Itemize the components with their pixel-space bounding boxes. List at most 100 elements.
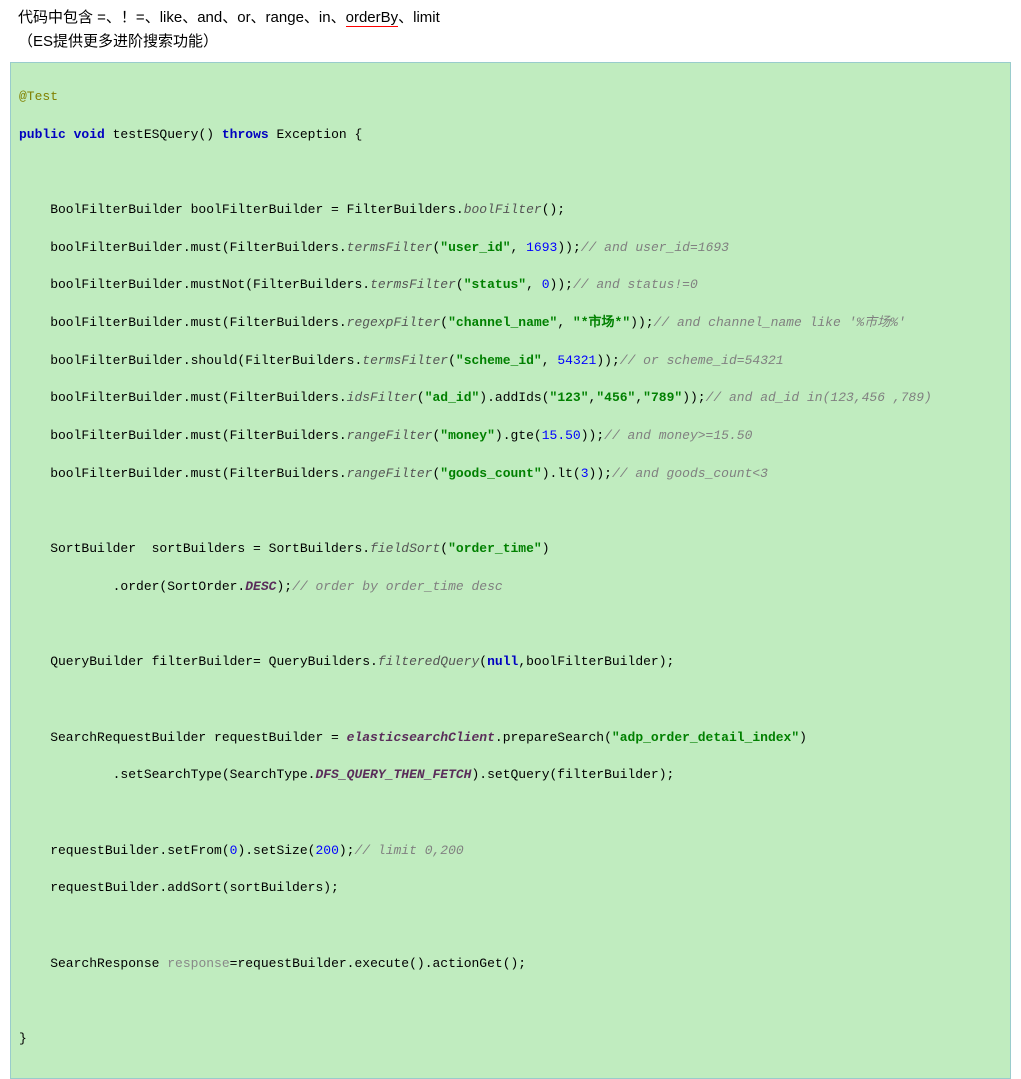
kw-public-void: public void (19, 127, 105, 142)
code-text: requestBuilder.addSort(sortBuilders); (19, 880, 339, 895)
code-text: , (526, 277, 542, 292)
code-text: BoolFilterBuilder boolFilterBuilder = Fi… (19, 202, 464, 217)
code-text: ).setSize( (237, 843, 315, 858)
code-text: )); (581, 428, 604, 443)
number-literal: 3 (581, 466, 589, 481)
method-call: fieldSort (370, 541, 440, 556)
code-text: ( (479, 654, 487, 669)
code-text: ) (542, 541, 550, 556)
method-call: idsFilter (347, 390, 417, 405)
comment: // and money>=15.50 (604, 428, 752, 443)
heading-line2: （ES提供更多进阶搜索功能） (18, 30, 1003, 54)
constant: DESC (245, 579, 276, 594)
number-literal: 200 (315, 843, 338, 858)
comment: // and channel_name like '%市场%' (654, 315, 906, 330)
code-text: ( (440, 541, 448, 556)
code-text: ); (276, 579, 292, 594)
code-text: SearchRequestBuilder requestBuilder = (19, 730, 347, 745)
string-literal: "456" (596, 390, 635, 405)
code-text: , (635, 390, 643, 405)
method-call: boolFilter (464, 202, 542, 217)
code-text: boolFilterBuilder.must(FilterBuilders. (19, 466, 347, 481)
heading-text: 代码中包含 =、！=、like、and、or、range、in、orderBy、… (0, 0, 1021, 54)
code-text: )); (682, 390, 705, 405)
method-call: regexpFilter (347, 315, 441, 330)
string-literal: "goods_count" (440, 466, 541, 481)
string-literal: "status" (464, 277, 526, 292)
string-literal: "*市场*" (573, 315, 630, 330)
method-name: testESQuery() (105, 127, 222, 142)
code-text: ( (417, 390, 425, 405)
comment: // and ad_id in(123,456 ,789) (706, 390, 932, 405)
code-text: )); (589, 466, 612, 481)
number-literal: 1693 (526, 240, 557, 255)
string-literal: "adp_order_detail_index" (612, 730, 799, 745)
method-call: termsFilter (370, 277, 456, 292)
code-text: .setSearchType(SearchType. (19, 767, 315, 782)
variable: response (167, 956, 229, 971)
method-call: termsFilter (347, 240, 433, 255)
comment: // or scheme_id=54321 (620, 353, 784, 368)
string-literal: "123" (550, 390, 589, 405)
code-text: boolFilterBuilder.must(FilterBuilders. (19, 315, 347, 330)
constant: DFS_QUERY_THEN_FETCH (315, 767, 471, 782)
code-text: ); (339, 843, 355, 858)
code-text: , (542, 353, 558, 368)
heading-line1-part1: 代码中包含 =、！=、like、and、or、range、in、 (18, 9, 346, 26)
method-call: termsFilter (362, 353, 448, 368)
heading-orderby: orderBy (346, 9, 399, 27)
code-text: boolFilterBuilder.must(FilterBuilders. (19, 390, 347, 405)
field-ref: elasticsearchClient (347, 730, 495, 745)
comment: // limit 0,200 (354, 843, 463, 858)
code-text: ( (440, 315, 448, 330)
close-brace: } (19, 1031, 27, 1046)
code-text: =requestBuilder.execute().actionGet(); (230, 956, 526, 971)
code-text: boolFilterBuilder.mustNot(FilterBuilders… (19, 277, 370, 292)
string-literal: "order_time" (448, 541, 542, 556)
code-text: boolFilterBuilder.must(FilterBuilders. (19, 428, 347, 443)
string-literal: "money" (440, 428, 495, 443)
method-call: rangeFilter (347, 428, 433, 443)
code-text: ).setQuery(filterBuilder); (471, 767, 674, 782)
number-literal: 54321 (557, 353, 596, 368)
code-text: ).gte( (495, 428, 542, 443)
code-text: )); (557, 240, 580, 255)
method-call: filteredQuery (378, 654, 479, 669)
number-literal: 0 (230, 843, 238, 858)
code-text: boolFilterBuilder.must(FilterBuilders. (19, 240, 347, 255)
code-text: ).lt( (542, 466, 581, 481)
code-text: ,boolFilterBuilder); (518, 654, 674, 669)
code-text: requestBuilder.setFrom( (19, 843, 230, 858)
code-text: ).addIds( (479, 390, 549, 405)
code-text: SearchResponse (19, 956, 167, 971)
comment: // and goods_count<3 (612, 466, 768, 481)
sig-rest: Exception { (269, 127, 363, 142)
annotation: @Test (19, 89, 58, 104)
code-text: , (557, 315, 573, 330)
code-text: )); (630, 315, 653, 330)
code-text: .order(SortOrder. (19, 579, 245, 594)
code-text: ( (448, 353, 456, 368)
code-text: QueryBuilder filterBuilder= QueryBuilder… (19, 654, 378, 669)
code-text: SortBuilder sortBuilders = SortBuilders. (19, 541, 370, 556)
code-block: @Test public void testESQuery() throws E… (10, 62, 1011, 1079)
heading-line1-part3: 、limit (398, 9, 440, 26)
code-text: ( (456, 277, 464, 292)
code-text: )); (596, 353, 619, 368)
code-text: , (511, 240, 527, 255)
string-literal: "scheme_id" (456, 353, 542, 368)
comment: // order by order_time desc (292, 579, 503, 594)
string-literal: "channel_name" (448, 315, 557, 330)
code-text: )); (550, 277, 573, 292)
string-literal: "ad_id" (425, 390, 480, 405)
kw-null: null (487, 654, 518, 669)
method-call: rangeFilter (347, 466, 433, 481)
code-text: ) (799, 730, 807, 745)
string-literal: "user_id" (440, 240, 510, 255)
code-text: boolFilterBuilder.should(FilterBuilders. (19, 353, 362, 368)
comment: // and status!=0 (573, 277, 698, 292)
string-literal: "789" (643, 390, 682, 405)
kw-throws: throws (222, 127, 269, 142)
code-text: (); (542, 202, 565, 217)
code-text: .prepareSearch( (495, 730, 612, 745)
